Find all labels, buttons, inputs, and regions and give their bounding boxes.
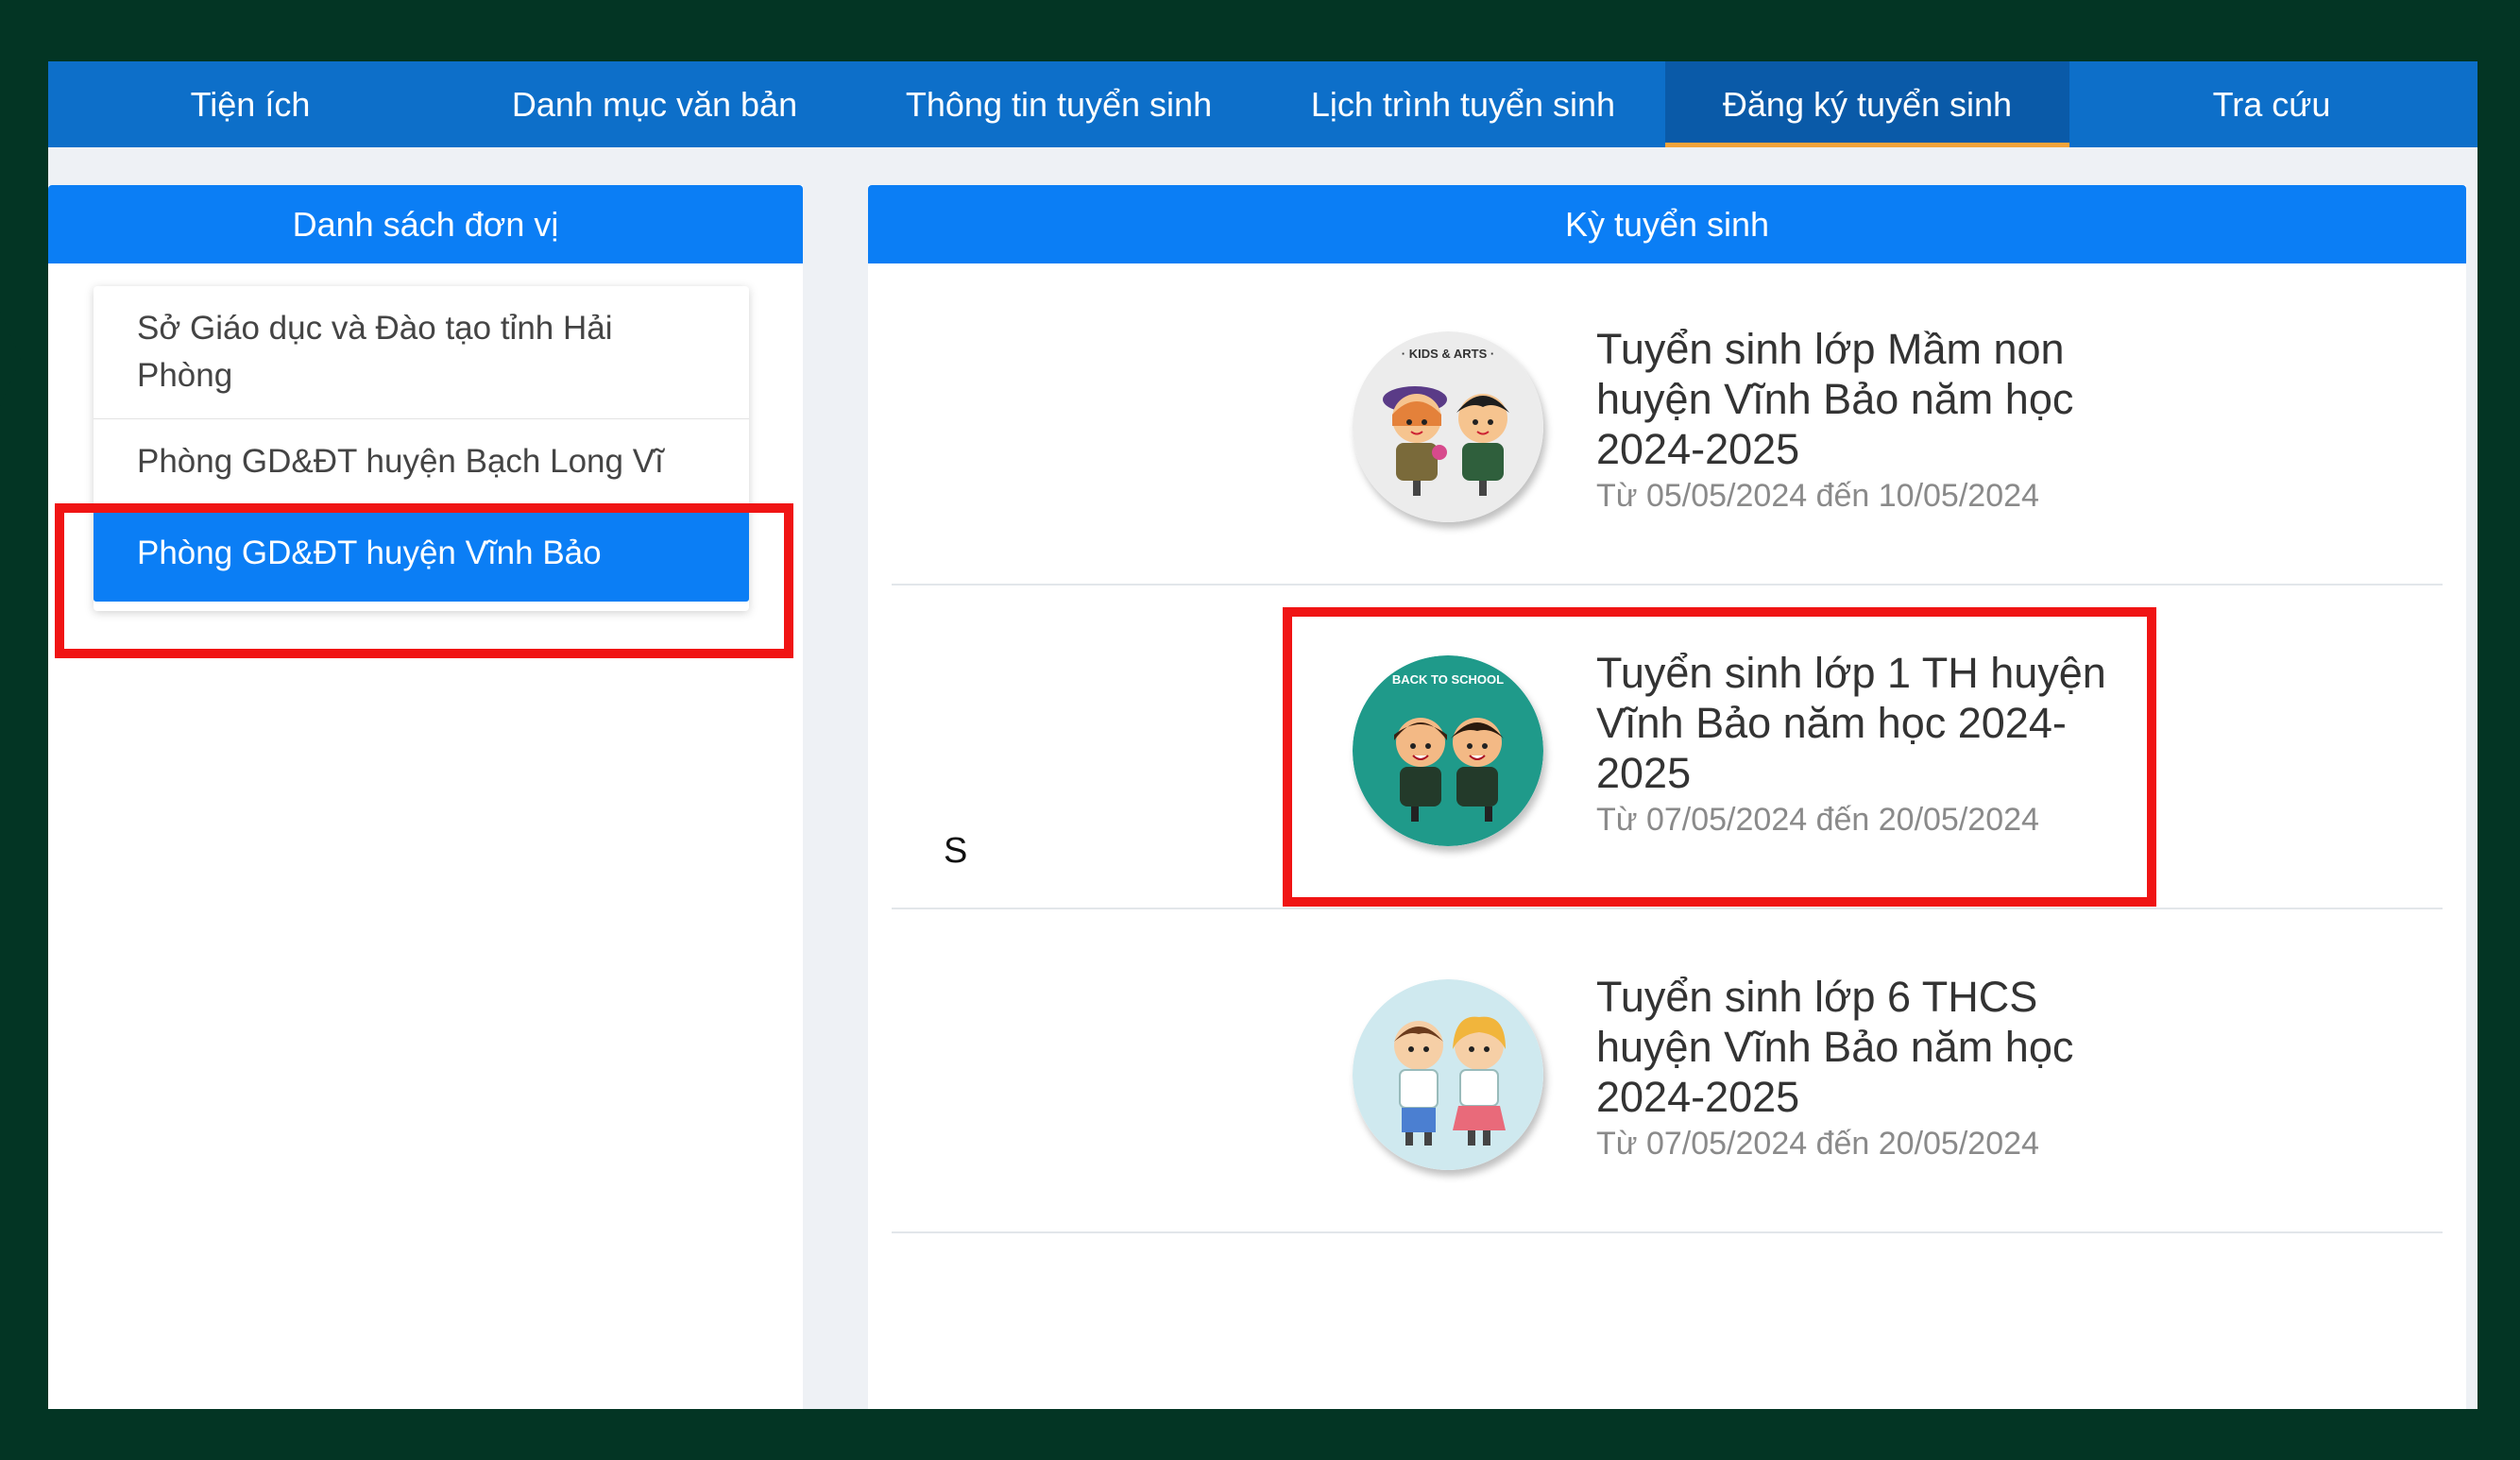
period-info: Tuyển sinh lớp Mầm non huyện Vĩnh Bảo nă…: [1596, 324, 2125, 515]
period-item-lop-6-thcs[interactable]: Tuyển sinh lớp 6 THCS huyện Vĩnh Bảo năm…: [892, 911, 2443, 1233]
tab-dang-ky-tuyen-sinh[interactable]: Đăng ký tuyển sinh: [1665, 61, 2069, 147]
unit-item-vinh-bao[interactable]: Phòng GD&ĐT huyện Vĩnh Bảo: [94, 505, 749, 602]
period-info: Tuyển sinh lớp 6 THCS huyện Vĩnh Bảo năm…: [1596, 972, 2125, 1163]
frame-notch: [0, 312, 21, 406]
students-illustration-icon: [1353, 979, 1543, 1170]
tab-danh-muc-van-ban[interactable]: Danh mục văn bản: [452, 61, 857, 147]
back-to-school-illustration-icon: BACK TO SCHOOL: [1353, 655, 1543, 846]
kids-arts-illustration-icon: · KIDS & ARTS ·: [1353, 331, 1543, 522]
period-info: Tuyển sinh lớp 1 TH huyện Vĩnh Bảo năm h…: [1596, 648, 2125, 839]
admission-period-header: Kỳ tuyển sinh: [868, 185, 2466, 263]
period-dates: Từ 07/05/2024 đến 20/05/2024: [1596, 802, 2039, 838]
admission-period-panel: Kỳ tuyển sinh · KIDS & ARTS · Tuyển sinh…: [868, 185, 2466, 1409]
unit-item-bach-long-vi[interactable]: Phòng GD&ĐT huyện Bạch Long Vĩ: [94, 419, 749, 505]
period-dates: Từ 07/05/2024 đến 20/05/2024: [1596, 1126, 2039, 1162]
back-to-school-badge: BACK TO SCHOOL: [1392, 672, 1504, 687]
unit-item-so-gd-hai-phong[interactable]: Sở Giáo dục và Đào tạo tỉnh Hải Phòng: [94, 286, 749, 419]
period-item-mam-non[interactable]: · KIDS & ARTS · Tuyển sinh lớp Mầm non h…: [892, 263, 2443, 586]
top-navigation: Tiện ích Danh mục văn bản Thông tin tuyể…: [48, 61, 2477, 147]
tab-tien-ich[interactable]: Tiện ích: [48, 61, 452, 147]
period-item-lop-1-th[interactable]: BACK TO SCHOOL Tuyển sinh lớp 1 TH huyện…: [892, 587, 2443, 909]
period-dates: Từ 05/05/2024 đến 10/05/2024: [1596, 478, 2039, 514]
tab-tra-cuu[interactable]: Tra cứu: [2069, 61, 2474, 147]
unit-list-header: Danh sách đơn vị: [48, 185, 803, 263]
period-title[interactable]: Tuyển sinh lớp Mầm non huyện Vĩnh Bảo nă…: [1596, 324, 2125, 474]
kids-arts-badge: · KIDS & ARTS ·: [1402, 347, 1494, 361]
period-title[interactable]: Tuyển sinh lớp 1 TH huyện Vĩnh Bảo năm h…: [1596, 648, 2125, 798]
unit-list: Sở Giáo dục và Đào tạo tỉnh Hải Phòng Ph…: [94, 286, 749, 611]
stray-text: S: [944, 831, 968, 871]
tab-thong-tin-tuyen-sinh[interactable]: Thông tin tuyển sinh: [857, 61, 1261, 147]
period-title[interactable]: Tuyển sinh lớp 6 THCS huyện Vĩnh Bảo năm…: [1596, 972, 2125, 1122]
app-window: Tiện ích Danh mục văn bản Thông tin tuyể…: [48, 61, 2477, 1409]
unit-list-panel: Danh sách đơn vị Sở Giáo dục và Đào tạo …: [48, 185, 803, 1409]
tab-lich-trinh-tuyen-sinh[interactable]: Lịch trình tuyển sinh: [1261, 61, 1665, 147]
